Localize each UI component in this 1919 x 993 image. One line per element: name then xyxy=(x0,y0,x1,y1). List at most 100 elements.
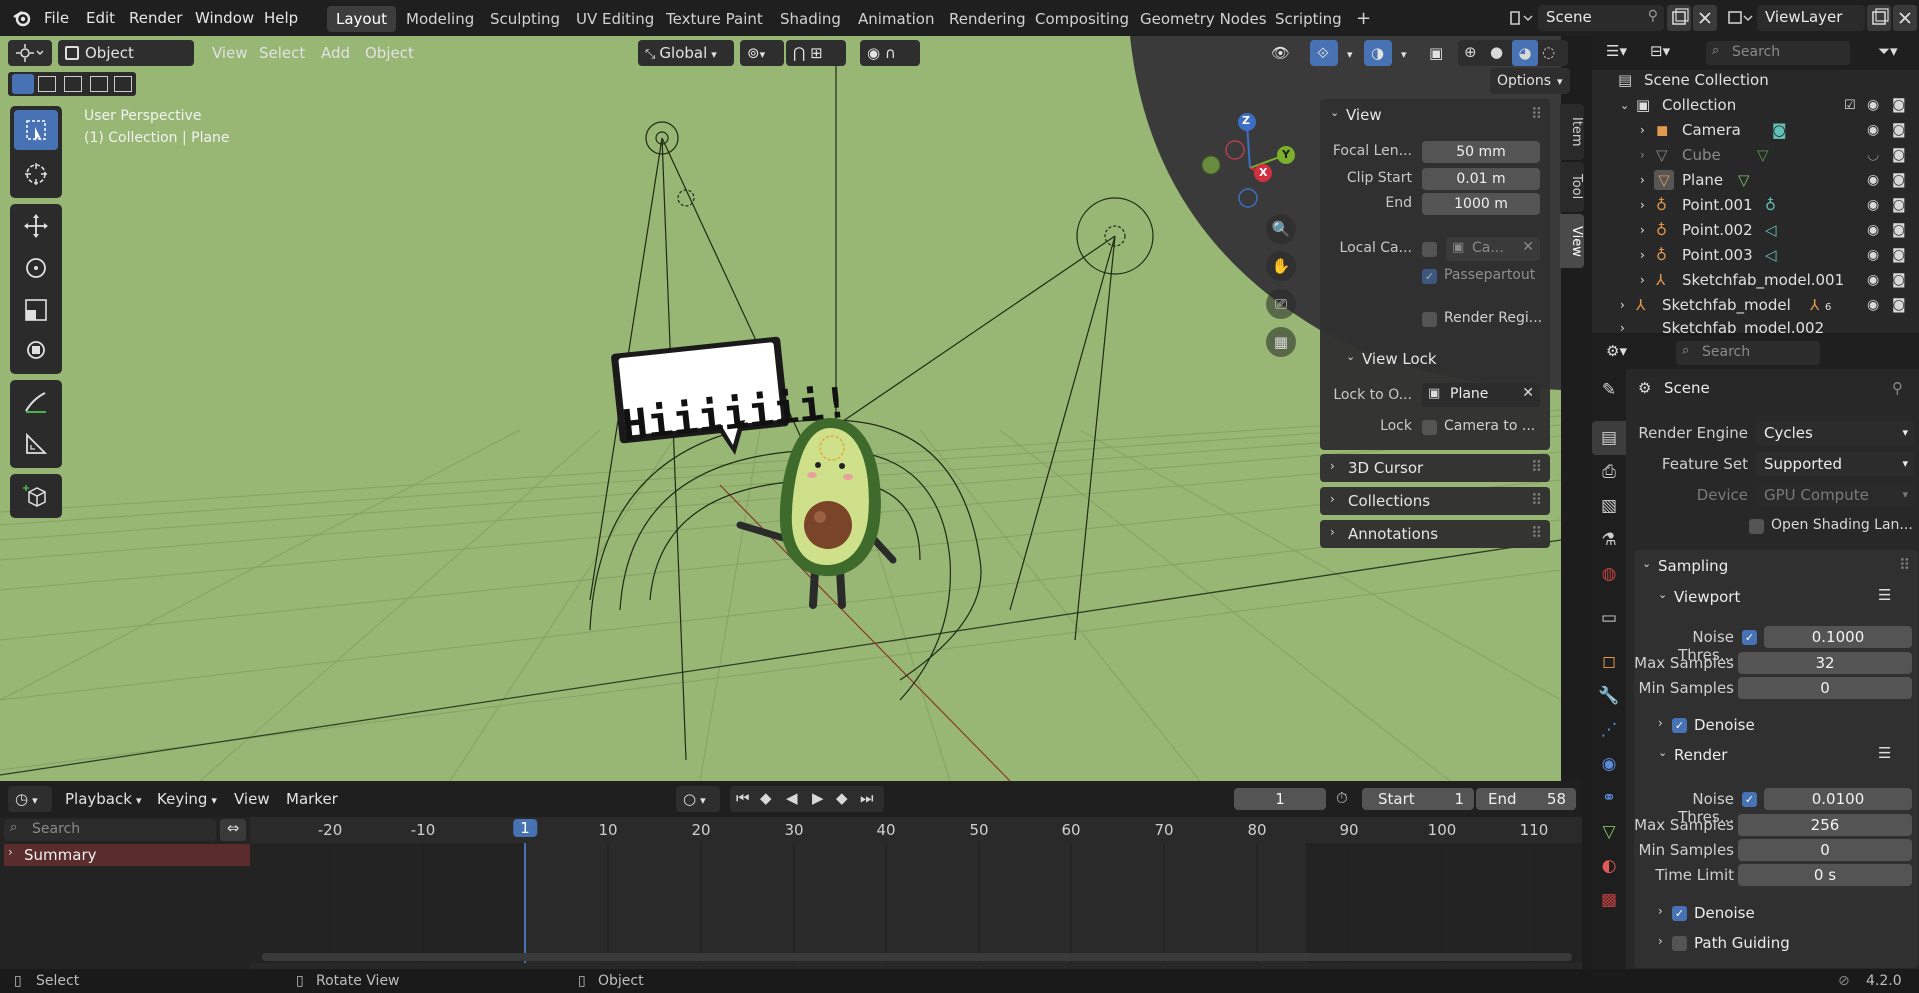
workspace-tab-modeling[interactable]: Modeling xyxy=(397,6,483,32)
outliner-row-collection[interactable]: ⌄ ▣ Collection ☑ ◉ ◙ xyxy=(1592,93,1919,118)
object-mode-dropdown[interactable]: Object Mode▾ xyxy=(58,40,194,88)
camera-render-icon[interactable]: ◙ xyxy=(1892,168,1906,193)
outliner-row-plane[interactable]: › ▽ Plane ▽ ◉ ◙ xyxy=(1592,168,1919,193)
gizmo-dropdown[interactable]: ▾ xyxy=(1340,40,1356,66)
timeline-editor-type-button[interactable]: ◷ ▾ xyxy=(8,786,52,812)
material-tab-icon[interactable]: ◐ xyxy=(1592,849,1626,883)
chevron-right-icon[interactable]: › xyxy=(8,845,13,859)
camera-data-icon[interactable]: ◙ xyxy=(1772,118,1787,143)
filter-swap-icon[interactable]: ⇔ xyxy=(220,819,246,841)
eye-icon[interactable]: ◉ xyxy=(1867,218,1879,243)
scene-tab-icon[interactable]: ⚗ xyxy=(1592,523,1626,557)
chevron-right-icon[interactable]: › xyxy=(1640,168,1645,193)
jump-start-icon[interactable]: ⏮ xyxy=(736,789,750,807)
eye-icon[interactable]: ◉ xyxy=(1867,193,1879,218)
measure-tool[interactable] xyxy=(14,424,58,464)
scene-name-field[interactable]: Scene ⚲ xyxy=(1538,5,1664,31)
output-tab-icon[interactable]: ⎙ xyxy=(1592,455,1626,489)
outliner-editor-type-icon[interactable]: ☰▾ xyxy=(1606,42,1627,60)
children-icon[interactable]: ⅄ xyxy=(1810,293,1819,318)
chevron-right-icon[interactable]: › xyxy=(1640,218,1645,243)
clear-icon[interactable]: ✕ xyxy=(1522,385,1534,401)
select-invert-icon[interactable] xyxy=(114,76,132,92)
feature-set-dropdown[interactable]: Supported ▾ xyxy=(1756,452,1914,476)
chevron-down-icon[interactable]: ⌄ xyxy=(1346,350,1355,363)
workspace-tab-uv-editing[interactable]: UV Editing xyxy=(567,6,663,32)
collections-panel[interactable]: › Collections ⠿ xyxy=(1320,487,1550,515)
eye-icon[interactable]: ◉ xyxy=(1867,93,1879,118)
select-intersect-icon[interactable] xyxy=(90,76,108,92)
filter-icon[interactable]: ⏷▾ xyxy=(1878,42,1898,60)
prev-keyframe-icon[interactable]: ◆ xyxy=(760,789,772,807)
properties-editor-type-icon[interactable]: ⚙▾ xyxy=(1606,342,1627,360)
move-tool[interactable] xyxy=(14,206,58,246)
perspective-toggle-icon[interactable]: ▦ xyxy=(1266,327,1296,357)
mesh-data-icon[interactable]: ▽ xyxy=(1738,168,1750,193)
clip-start-field[interactable]: 0.01 m xyxy=(1422,168,1540,190)
focal-length-field[interactable]: 50 mm xyxy=(1422,141,1540,163)
workspace-tab-animation[interactable]: Animation xyxy=(849,6,943,32)
timeline-menu-marker[interactable]: Marker xyxy=(279,786,345,812)
options-dropdown[interactable]: Options ▾ xyxy=(1490,68,1570,94)
chevron-right-icon[interactable]: › xyxy=(1640,118,1645,143)
outliner-row-scene-collection[interactable]: ▤ Scene Collection xyxy=(1592,68,1919,93)
view-layer-browse-icon[interactable] xyxy=(1725,6,1755,30)
add-workspace-button[interactable]: + xyxy=(1347,6,1380,32)
visibility-dropdown[interactable]: 👁 xyxy=(1264,40,1302,66)
sidebar-tab-tool[interactable]: Tool xyxy=(1560,162,1584,212)
camera-to-view-checkbox[interactable] xyxy=(1422,420,1437,435)
timeline-body[interactable] xyxy=(250,843,1582,963)
chevron-right-icon[interactable]: › xyxy=(1640,268,1645,293)
sidebar-tab-view[interactable]: View xyxy=(1560,214,1584,268)
next-keyframe-icon[interactable]: ◆ xyxy=(836,789,848,807)
eye-icon[interactable]: ◉ xyxy=(1867,243,1879,268)
sampling-title[interactable]: Sampling xyxy=(1658,557,1728,575)
camera-render-icon[interactable]: ◙ xyxy=(1892,143,1906,168)
annotations-panel[interactable]: › Annotations ⠿ xyxy=(1320,520,1550,548)
summary-row[interactable]: › Summary xyxy=(4,844,250,866)
add-cube-tool[interactable] xyxy=(14,476,58,516)
vp-noise-threshold-field[interactable]: 0.1000 xyxy=(1764,626,1912,648)
gizmo-toggle[interactable]: ⟐ xyxy=(1310,40,1338,66)
wireframe-shading-icon[interactable]: ⊕ xyxy=(1464,43,1477,61)
data-tab-icon[interactable]: ▽ xyxy=(1592,815,1626,849)
collection-tab-icon[interactable]: ▭ xyxy=(1592,601,1626,635)
display-mode-icon[interactable]: ⊟▾ xyxy=(1650,42,1670,60)
eye-icon[interactable]: ◉ xyxy=(1867,118,1879,143)
overlays-dropdown[interactable]: ▾ xyxy=(1394,40,1410,66)
clear-icon[interactable]: ✕ xyxy=(1522,239,1534,255)
delete-view-layer-button[interactable] xyxy=(1893,5,1917,31)
outliner-row-point-003[interactable]: › ♁ Point.003 ◁ ◉ ◙ xyxy=(1592,243,1919,268)
timeline-menu-playback[interactable]: Playback ▾ xyxy=(58,786,148,812)
proportional-edit-dropdown[interactable]: ◉ ∩ xyxy=(860,40,920,66)
new-scene-button[interactable] xyxy=(1667,5,1691,31)
auto-keying-toggle[interactable]: ○ ▾ xyxy=(676,786,720,812)
eye-icon[interactable]: ◉ xyxy=(1867,293,1879,318)
workspace-tab-texture-paint[interactable]: Texture Paint xyxy=(657,6,772,32)
rendered-shading-icon[interactable]: ◌ xyxy=(1542,43,1555,61)
camera-render-icon[interactable]: ◙ xyxy=(1892,193,1906,218)
transform-tool[interactable] xyxy=(14,330,58,370)
timeline-scrollbar[interactable] xyxy=(262,953,1572,961)
select-extend-icon[interactable] xyxy=(38,76,56,92)
menu-help[interactable]: Help xyxy=(264,0,298,36)
pin-icon[interactable]: ⚲ xyxy=(1648,8,1658,24)
chevron-right-icon[interactable]: › xyxy=(1620,318,1625,333)
physics-tab-icon[interactable]: ◉ xyxy=(1592,747,1626,781)
render-subpanel-title[interactable]: Render xyxy=(1674,746,1727,764)
eye-icon[interactable]: ◉ xyxy=(1867,168,1879,193)
drag-handle-icon[interactable]: ⠿ xyxy=(1899,556,1910,574)
include-checkbox-icon[interactable]: ☑ xyxy=(1844,93,1856,118)
timeline-menu-keying[interactable]: Keying ▾ xyxy=(150,786,224,812)
osl-checkbox[interactable] xyxy=(1749,519,1764,534)
new-view-layer-button[interactable] xyxy=(1867,5,1891,31)
r-max-samples-field[interactable]: 256 xyxy=(1738,814,1912,836)
camera-render-icon[interactable]: ◙ xyxy=(1892,293,1906,318)
view-lock-title[interactable]: View Lock xyxy=(1362,350,1437,368)
r-denoise-checkbox[interactable]: ✓ xyxy=(1672,906,1687,921)
drag-handle-icon[interactable]: ⠿ xyxy=(1531,458,1542,476)
local-camera-field[interactable]: ▣ Ca... ✕ xyxy=(1446,237,1540,261)
select-subtract-icon[interactable] xyxy=(64,76,82,92)
chevron-right-icon[interactable]: › xyxy=(1658,716,1663,730)
menu-window[interactable]: Window xyxy=(195,0,254,36)
